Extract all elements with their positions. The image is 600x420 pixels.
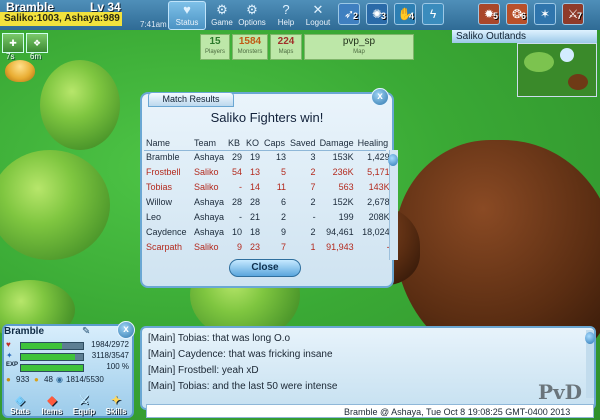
column-header: Caps [264, 137, 286, 148]
skill-slot-2[interactable]: ➶ 2 [338, 3, 360, 25]
skills-button[interactable]: ✦ Skills [102, 393, 130, 416]
exp-row: EXP 100 % [6, 362, 129, 372]
wrench-icon: ⚙ [246, 2, 258, 17]
scrollbar-thumb[interactable] [388, 154, 398, 166]
column-header: Name [146, 137, 171, 148]
skill-slot-star[interactable]: ✶ [534, 3, 556, 25]
stat-monsters: 1584 Monsters [232, 34, 268, 60]
heart-icon: ♥ [183, 2, 191, 17]
skill-slot-4[interactable]: ✋ 4 [394, 3, 416, 25]
minimap[interactable] [517, 43, 597, 97]
equip-icon: ⚔ [78, 393, 90, 407]
table-header-divider [144, 150, 386, 151]
game-logo: PvD [537, 380, 582, 404]
skill-bolt-icon: ϟ [429, 7, 437, 21]
server-stats: 15 Players 1584 Monsters 224 Maps pvp_sp… [200, 34, 416, 60]
team-score-banner: Saliko:1003, Ashaya:989 [0, 12, 122, 26]
nav-help-button[interactable]: ? Help [268, 2, 304, 29]
chat-message: [Main] Tobias: that was long O.o [148, 333, 291, 344]
nav-options-button[interactable]: ⚙ Options [234, 2, 270, 29]
table-row[interactable]: Willow Ashaya 28 28 6 2 152K 2,678 [144, 194, 392, 209]
column-header: Healing [357, 137, 389, 148]
skills-icon: ✦ [110, 393, 122, 407]
mp-bar [20, 353, 84, 361]
match-headline: Saliko Fighters win! [210, 110, 324, 125]
close-button[interactable]: Close [229, 259, 301, 277]
top-bar: Bramble Lv 34 Saliko:1003, Ashaya:989 7:… [0, 0, 600, 30]
table-row[interactable]: Frostbell Saliko 54 13 5 2 236K 5,171 [144, 164, 392, 179]
table-row[interactable]: Leo Ashaya - 21 2 - 199 208K [144, 209, 392, 224]
nav-label: Help [277, 18, 295, 27]
table-row[interactable]: Tobias Saliko - 14 11 7 563 143K [144, 179, 392, 194]
buff-icon: ✚ [2, 33, 24, 53]
match-results-table: Name Team KB KO Caps Saved Damage Healin… [144, 136, 392, 254]
minimap-terrain [524, 52, 554, 72]
chat-message: [Main] Caydence: that was fricking insan… [148, 349, 333, 360]
items-icon: ◆ [47, 393, 57, 407]
energy-icon: ◉ [56, 375, 63, 384]
column-header: Damage [319, 137, 354, 148]
nav-logout-button[interactable]: ✕ Logout [300, 2, 336, 29]
column-header: Team [194, 137, 217, 148]
column-header: Saved [290, 137, 316, 148]
column-header: KO [246, 137, 260, 148]
buff-icon: ❖ [26, 33, 48, 53]
nav-label: Status [175, 18, 199, 27]
mushroom [5, 60, 35, 82]
nav-label: Logout [305, 18, 331, 27]
pencil-icon[interactable]: ✎ [82, 326, 90, 337]
stat-map-name: pvp_sp Map [304, 34, 414, 60]
game-clock: 7:41am [140, 20, 167, 29]
match-results-tab[interactable]: Match Results [148, 92, 234, 107]
skill-slot-6[interactable]: ❂ 6 [506, 3, 528, 25]
hp-row: ♥ 1984/2972 [6, 340, 129, 350]
skill-slot-3[interactable]: ✺ 3 [366, 3, 388, 25]
minimap-marker [560, 48, 574, 62]
buff-timer: 7s [6, 52, 15, 61]
help-icon: ? [282, 2, 290, 17]
stats-button[interactable]: ◈ Stats [6, 393, 34, 416]
gold-icon: ● [6, 375, 11, 384]
skill-slot-5[interactable]: ✹ 5 [478, 3, 500, 25]
minimap-title: Saliko Outlands [452, 30, 597, 43]
equip-button[interactable]: ⚔ Equip [70, 393, 98, 416]
close-icon[interactable]: x [371, 88, 389, 106]
table-row[interactable]: Bramble Ashaya 29 19 13 3 153K 1,429 [144, 149, 392, 164]
table-header-row: Name Team KB KO Caps Saved Damage Healin… [144, 136, 392, 149]
minimap-terrain [568, 74, 588, 90]
logout-icon: ✕ [312, 2, 324, 17]
table-row[interactable]: Scarpath Saliko 9 23 7 1 91,943 - [144, 239, 392, 254]
hp-bar [20, 342, 84, 350]
bush [40, 60, 120, 150]
bush [0, 150, 110, 260]
nav-label: Game [211, 18, 233, 27]
stat-maps: 224 Maps [270, 34, 302, 60]
skill-star-icon: ✶ [539, 7, 551, 21]
chat-message: [Main] Frostbell: yeah xD [148, 365, 259, 376]
column-header: KB [228, 137, 241, 148]
mp-row: ✦ 3118/3547 [6, 351, 129, 361]
buff-timer: 6m [30, 52, 42, 61]
chat-message: [Main] Tobias: and the last 50 were inte… [148, 381, 338, 392]
table-row[interactable]: Caydence Ashaya 10 18 9 2 94,461 18,024 [144, 224, 392, 239]
skill-slot-7[interactable]: ⚔ 7 [562, 3, 584, 25]
currency-row: ● 933 ● 48 ◉ 1814/5530 [6, 375, 104, 384]
nav-label: Options [238, 18, 266, 27]
items-button[interactable]: ◆ Items [38, 393, 66, 416]
heart-icon: ♥ [6, 340, 11, 349]
mana-icon: ✦ [6, 351, 13, 360]
stat-players: 15 Players [200, 34, 230, 60]
nav-status-button[interactable]: ♥ Status [168, 1, 206, 30]
stats-icon: ◈ [15, 393, 25, 407]
skill-slot-bolt[interactable]: ϟ [422, 3, 444, 25]
match-scrollbar[interactable] [389, 150, 398, 260]
gem-icon: ● [34, 375, 39, 384]
scrollbar-thumb[interactable] [585, 332, 595, 344]
exp-bar [20, 364, 84, 372]
close-icon[interactable]: x [117, 321, 135, 339]
